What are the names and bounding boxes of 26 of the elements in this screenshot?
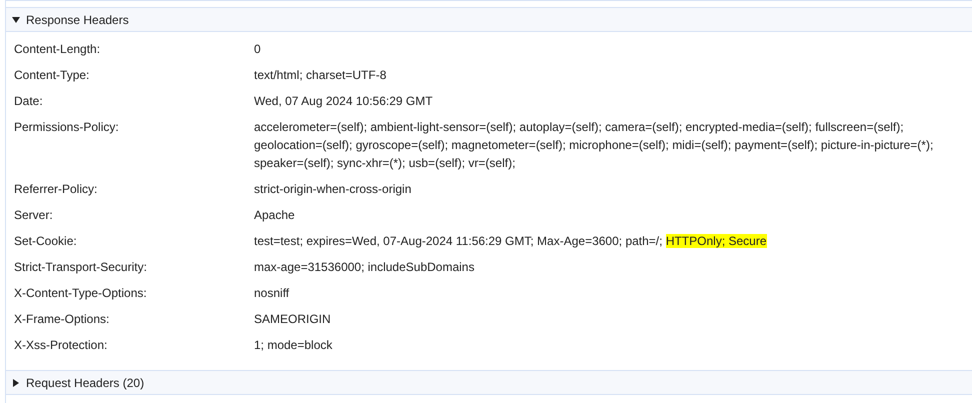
caret-down-icon: [12, 16, 20, 24]
caret-right-icon: [12, 378, 20, 386]
header-name: Permissions-Policy:: [14, 119, 120, 136]
header-name: Content-Type:: [14, 67, 90, 84]
header-value: accelerometer=(self); ambient-light-sensor=(self); autoplay=(self); camera=(self); encrypted-media=(self); fullscreen=(self); geolocation=(self); gyroscope=(self); magnetometer=(self); microphone=(self); midi=(self); payment=(self); picture-in-picture=(*); speaker=(self); sync-xhr=(*); usb=(self); vr=(self);: [254, 119, 934, 172]
header-name: Content-Length:: [14, 41, 102, 58]
section-header[interactable]: Response Headers: [6, 7, 972, 32]
header-value: strict-origin-when-cross-origin: [254, 181, 412, 198]
header-value: Apache: [254, 207, 296, 224]
header-name: X-Xss-Protection:: [14, 337, 108, 354]
header-value: Wed, 07 Aug 2024 10:56:29 GMT: [254, 93, 434, 110]
header-value: SAMEORIGIN: [254, 311, 332, 328]
section-header[interactable]: Request Headers (20): [6, 370, 972, 395]
header-value: nosniff: [254, 285, 290, 302]
header-name: Referrer-Policy:: [14, 181, 98, 198]
header-name: Strict-Transport-Security:: [14, 259, 148, 276]
header-value: test=test; expires=Wed, 07-Aug-2024 11:56:29 GMT; Max-Age=3600; path=/; HTTPOnly; Secure: [254, 233, 768, 250]
header-name: Date:: [14, 93, 44, 110]
header-name: Server:: [14, 207, 54, 224]
header-value: 1; mode=block: [254, 337, 334, 354]
header-value: text/html; charset=UTF-8: [254, 67, 388, 84]
header-name: Set-Cookie:: [14, 233, 78, 250]
header-name: X-Frame-Options:: [14, 311, 110, 328]
header-value: 0: [254, 41, 262, 58]
header-name: X-Content-Type-Options:: [14, 285, 148, 302]
header-value: max-age=31536000; includeSubDomains: [254, 259, 476, 276]
